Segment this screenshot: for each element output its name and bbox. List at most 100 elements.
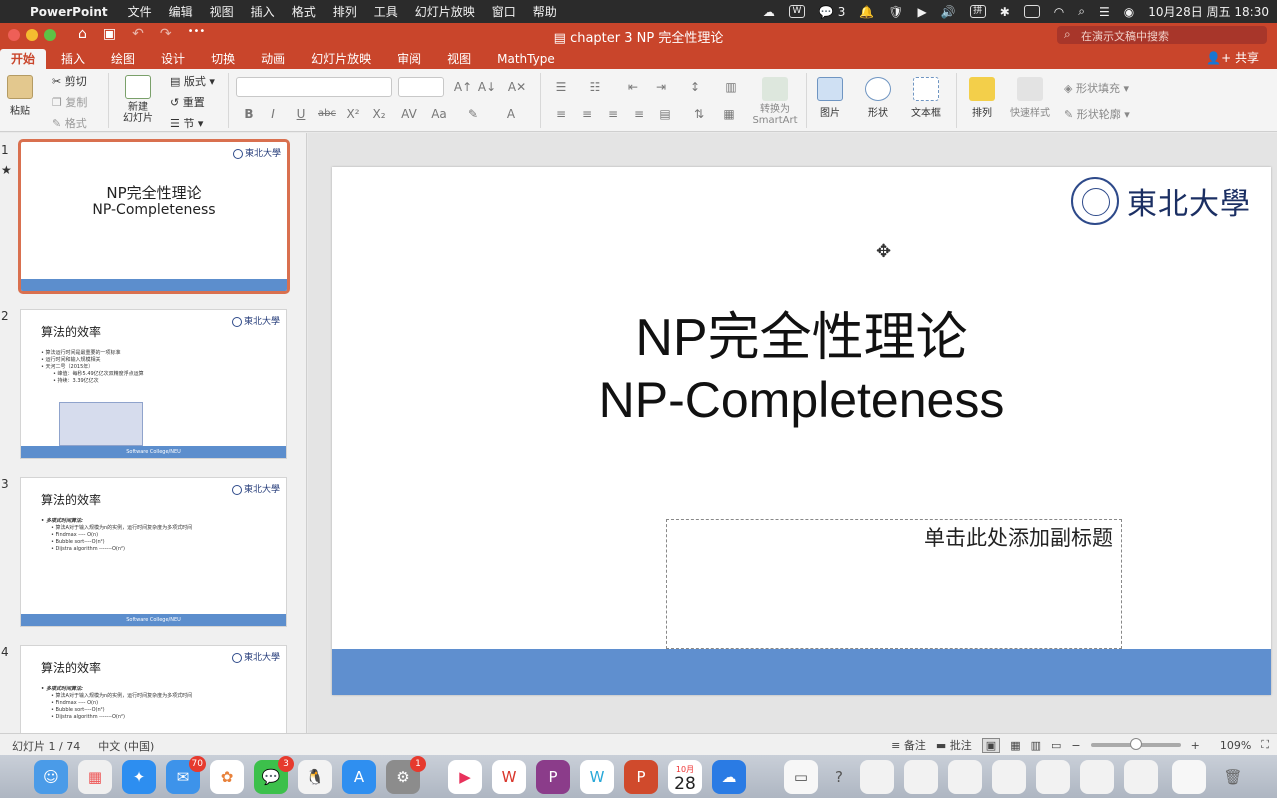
w-app-icon[interactable]: W [580,760,614,794]
bluetooth-icon[interactable]: ✱ [1000,5,1010,19]
change-case-icon[interactable]: Aa [428,105,450,123]
text-direction-icon[interactable]: ⇅ [688,105,710,123]
menu-window[interactable]: 窗口 [492,3,516,20]
normal-view-icon[interactable]: ▣ [981,737,1001,753]
subtitle-placeholder-box[interactable]: 单击此处添加副标题 [666,519,1122,649]
window-preview-7[interactable] [1124,760,1158,794]
tab-slideshow[interactable]: 幻灯片放映 [300,49,382,69]
quick-styles-button[interactable]: 快速样式 [1008,77,1052,119]
help-icon[interactable]: ? [822,760,856,794]
slide-thumbnail-4[interactable]: 東北大學 算法的效率 • 多项式时间算法: • 算法A对于输入规模为n的实例，运… [20,645,287,733]
calendar-icon[interactable]: 10月 28 [668,760,702,794]
language-indicator[interactable]: 中文 (中国) [98,738,154,754]
underline-icon[interactable]: U [290,105,312,123]
downloads-stack-icon[interactable] [1172,760,1206,794]
copy-button[interactable]: ❐ 复制 [52,94,87,110]
font-size-dropdown[interactable] [398,77,444,97]
window-preview-3[interactable] [948,760,982,794]
wps-icon[interactable]: W [492,760,526,794]
slide-editing-canvas[interactable]: 東北大學 ✥ NP完全性理论 NP-Completeness 单击此处添加副标题 [308,133,1277,733]
cloud-drive-icon[interactable]: ☁ [712,760,746,794]
numbering-icon[interactable]: ☷ [584,78,606,96]
subscript-icon[interactable]: X₂ [368,105,390,123]
app-store-icon[interactable]: A [342,760,376,794]
trash-icon[interactable]: 🗑 [1216,760,1250,794]
italic-icon[interactable]: I [262,105,284,123]
wifi-icon[interactable]: ◠ [1054,5,1064,19]
tab-home[interactable]: 开始 [0,49,47,69]
menu-slideshow[interactable]: 幻灯片放映 [415,3,475,20]
wechat-status[interactable]: 💬 3 [819,5,845,19]
convert-smartart-button[interactable]: 转换为 SmartArt [750,77,800,126]
menu-help[interactable]: 帮助 [533,3,557,20]
menu-view[interactable]: 视图 [210,3,234,20]
layout-button[interactable]: ▤ 版式 ▾ [170,73,215,89]
battery-icon[interactable] [1023,5,1040,18]
finder-icon[interactable]: ☺ [34,760,68,794]
font-name-dropdown[interactable] [236,77,392,97]
safari-icon[interactable]: ✦ [122,760,156,794]
menu-insert[interactable]: 插入 [251,3,275,20]
superscript-icon[interactable]: X² [342,105,364,123]
menu-edit[interactable]: 编辑 [169,3,193,20]
tab-transitions[interactable]: 切换 [200,49,246,69]
tab-view[interactable]: 视图 [436,49,482,69]
arrange-button[interactable]: 排列 [966,77,998,119]
line-spacing-icon[interactable]: ↕ [684,78,706,96]
align-left-icon[interactable]: ≡ [550,105,572,123]
zoom-slider-knob[interactable] [1129,738,1142,750]
spotlight-search-icon[interactable]: ⌕ [1078,4,1085,19]
cut-button[interactable]: ✂ 剪切 [52,73,87,89]
picture-button[interactable]: 图片 [814,77,846,119]
window-preview-4[interactable] [992,760,1026,794]
siri-icon[interactable]: ◉ [1124,5,1134,19]
control-center-icon[interactable]: ☰ [1099,5,1110,19]
reset-button[interactable]: ↺ 重置 [170,94,205,110]
distribute-icon[interactable]: ▤ [654,105,676,123]
slide-thumbnail-1[interactable]: 東北大學 NP完全性理论 NP-Completeness [18,139,290,294]
tab-review[interactable]: 审阅 [386,49,432,69]
tab-insert[interactable]: 插入 [50,49,96,69]
powerpoint-icon[interactable]: P [624,760,658,794]
slide-thumbnail-3[interactable]: 東北大學 算法的效率 • 多项式时间算法: • 算法A对于输入规模为n的实例，运… [20,477,287,627]
app-menu[interactable]: PowerPoint [30,5,108,19]
photos-icon[interactable]: ✿ [210,760,244,794]
qq-icon[interactable]: 🐧 [298,760,332,794]
share-button[interactable]: 👤+ 共享 [1206,49,1259,66]
highlight-icon[interactable]: ✎ [462,105,484,123]
strikethrough-icon[interactable]: abc [316,105,338,123]
comments-button[interactable]: ▬ 批注 [936,737,972,753]
increase-font-size-icon[interactable]: A↑ [452,78,474,96]
play-icon[interactable]: ▶ [918,5,927,19]
slide-thumbnail-2[interactable]: 東北大學 算法的效率 • 算法运行时间是最重要的一项标准 • 运行时间和输入规模… [20,309,287,459]
shape-fill-button[interactable]: ◈ 形状填充 ▾ [1064,80,1129,96]
paste-button[interactable]: 粘贴 [4,75,36,117]
columns-icon[interactable]: ▥ [720,78,742,96]
window-preview-1[interactable] [860,760,894,794]
window-preview-5[interactable] [1036,760,1070,794]
youku-icon[interactable]: ▶ [448,760,482,794]
reading-view-icon[interactable]: ▥ [1031,739,1041,752]
menu-arrange[interactable]: 排列 [333,3,357,20]
bullets-icon[interactable]: ☰ [550,78,572,96]
volume-icon[interactable]: 🔊 [941,5,956,19]
menubar-clock[interactable]: 10月28日 周五 18:30 [1148,3,1269,20]
increase-indent-icon[interactable]: ⇥ [650,78,672,96]
slide-sorter-view-icon[interactable]: ▦ [1010,739,1020,752]
justify-icon[interactable]: ≡ [628,105,650,123]
mail-icon[interactable]: ✉ 70 [166,756,206,794]
decrease-font-size-icon[interactable]: A↓ [476,78,498,96]
window-preview-2[interactable] [904,760,938,794]
zoom-in-icon[interactable]: + [1191,739,1200,752]
shape-button[interactable]: 形状 [860,77,896,119]
tab-draw[interactable]: 绘图 [100,49,146,69]
wechat-dock-icon[interactable]: 💬 3 [254,756,294,794]
word-icon[interactable]: W [788,5,805,18]
font-color-icon[interactable]: A [500,105,522,123]
shape-outline-button[interactable]: ✎ 形状轮廓 ▾ [1064,106,1130,122]
tab-animations[interactable]: 动画 [250,49,296,69]
align-center-icon[interactable]: ≡ [576,105,598,123]
menu-file[interactable]: 文件 [128,3,152,20]
bold-icon[interactable]: B [238,105,260,123]
align-text-icon[interactable]: ▦ [718,105,740,123]
